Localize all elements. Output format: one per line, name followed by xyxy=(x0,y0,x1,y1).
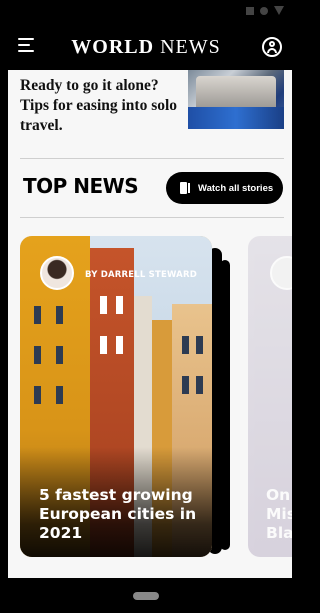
main-content: Ready to go it alone? Tips for easing in… xyxy=(8,70,292,578)
wifi-icon xyxy=(260,6,268,15)
notification-icon xyxy=(246,6,254,15)
watch-all-stories-label: Watch all stories xyxy=(198,182,274,194)
app-bar: WORLD NEWS xyxy=(0,24,292,70)
card-image-window xyxy=(116,296,123,314)
app-title-regular: NEWS xyxy=(154,36,221,58)
app-title-bold: WORLD xyxy=(71,36,155,58)
home-gesture-pill[interactable] xyxy=(133,592,159,600)
section-title: TOP NEWS xyxy=(23,174,139,198)
status-bar xyxy=(0,0,292,24)
status-icons xyxy=(246,6,284,15)
card-image-window xyxy=(56,386,63,404)
featured-story-title[interactable]: Ready to go it alone? Tips for easing in… xyxy=(20,76,186,136)
story-headline-next[interactable]: On Mis Bla xyxy=(266,486,292,543)
card-image-window xyxy=(56,346,63,364)
featured-story-thumbnail[interactable] xyxy=(188,70,284,129)
watch-all-stories-button[interactable]: Watch all stories xyxy=(166,172,283,204)
card-image-window xyxy=(100,296,107,314)
card-image-window xyxy=(182,376,189,394)
avatar[interactable] xyxy=(40,256,74,290)
card-image-window xyxy=(56,306,63,324)
signal-icon xyxy=(274,6,284,15)
card-image-window xyxy=(196,336,203,354)
system-nav-bar xyxy=(0,578,292,613)
card-image-window xyxy=(34,306,41,324)
card-image-window xyxy=(100,336,107,354)
story-card[interactable]: BY DARRELL STEWARD 5 fastest growing Eur… xyxy=(20,236,212,557)
divider xyxy=(20,158,284,159)
featured-story[interactable]: Ready to go it alone? Tips for easing in… xyxy=(8,70,292,134)
card-image-window xyxy=(116,336,123,354)
story-headline[interactable]: 5 fastest growing European cities in 202… xyxy=(39,486,207,543)
thumbnail-gear xyxy=(188,107,284,129)
video-icon xyxy=(180,182,191,194)
divider xyxy=(20,217,284,218)
avatar xyxy=(270,256,292,290)
card-image-window xyxy=(34,386,41,404)
card-image-window xyxy=(34,346,41,364)
card-image-window xyxy=(182,336,189,354)
card-image-window xyxy=(196,376,203,394)
account-icon[interactable] xyxy=(262,37,282,57)
app-title: WORLD NEWS xyxy=(0,36,292,59)
story-byline: BY DARRELL STEWARD xyxy=(85,270,197,280)
story-card-next[interactable]: On Mis Bla xyxy=(248,236,292,557)
